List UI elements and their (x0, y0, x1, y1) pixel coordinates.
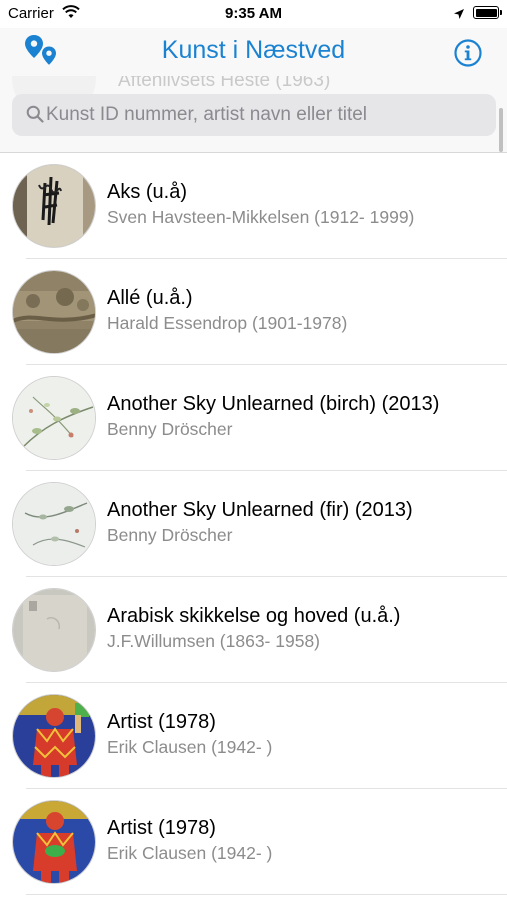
artwork-artist: J.F.Willumsen (1863- 1958) (107, 631, 320, 651)
list-item[interactable]: Another Sky Unlearned (birch) (2013) Ben… (0, 365, 507, 471)
artwork-artist: Benny Dröscher (107, 525, 233, 545)
scrolled-row-ghost: Aftenlivsets Heste (1963) (118, 76, 331, 91)
artwork-title: Artist (1978) (107, 817, 216, 839)
search-icon (26, 105, 44, 128)
list-item[interactable]: Artist (1978) Erik Clausen (1942- ) (0, 683, 507, 789)
clock: 9:35 AM (225, 5, 282, 22)
artwork-title: Allé (u.å.) (107, 287, 193, 309)
page-title: Kunst i Næstved (161, 36, 346, 64)
status-bar: Carrier 9:35 AM (0, 0, 507, 28)
artwork-list: Aks (u.å) Sven Havsteen-Mikkelsen (1912-… (0, 153, 507, 895)
artwork-artist: Benny Dröscher (107, 419, 233, 439)
artwork-thumbnail (12, 270, 96, 354)
info-circle-icon (454, 39, 482, 67)
artwork-title: Another Sky Unlearned (birch) (2013) (107, 393, 440, 415)
list-item[interactable]: Another Sky Unlearned (fir) (2013) Benny… (0, 471, 507, 577)
battery-icon (473, 6, 502, 19)
list-item[interactable]: Artist (1978) Erik Clausen (1942- ) (0, 789, 507, 895)
artwork-thumbnail (12, 588, 96, 672)
artwork-thumbnail (12, 694, 96, 778)
search-input[interactable] (46, 94, 486, 136)
search-field[interactable] (12, 94, 496, 136)
search-bar-container: Aftenlivsets Heste (1963) (0, 76, 507, 153)
artwork-artist: Erik Clausen (1942- ) (107, 737, 273, 757)
artwork-thumbnail (12, 164, 96, 248)
list-item[interactable]: Aks (u.å) Sven Havsteen-Mikkelsen (1912-… (0, 153, 507, 259)
artwork-artist: Erik Clausen (1942- ) (107, 843, 273, 863)
artwork-artist: Sven Havsteen-Mikkelsen (1912- 1999) (107, 207, 415, 227)
artwork-title: Another Sky Unlearned (fir) (2013) (107, 499, 413, 521)
info-button[interactable] (453, 38, 483, 68)
artwork-title: Aks (u.å) (107, 181, 188, 203)
artwork-thumbnail (12, 376, 96, 460)
artwork-thumbnail (12, 800, 96, 884)
artwork-thumbnail (12, 482, 96, 566)
artwork-title: Arabisk skikkelse og hoved (u.å.) (107, 605, 401, 627)
artwork-title: Artist (1978) (107, 711, 216, 733)
list-item[interactable]: Arabisk skikkelse og hoved (u.å.) J.F.Wi… (0, 577, 507, 683)
divider (26, 894, 507, 895)
scroll-indicator[interactable] (499, 108, 503, 152)
location-arrow-icon (453, 7, 465, 25)
list-item[interactable]: Allé (u.å.) Harald Essendrop (1901-1978) (0, 259, 507, 365)
artwork-artist: Harald Essendrop (1901-1978) (107, 313, 348, 333)
navigation-bar: Kunst i Næstved (0, 28, 507, 76)
